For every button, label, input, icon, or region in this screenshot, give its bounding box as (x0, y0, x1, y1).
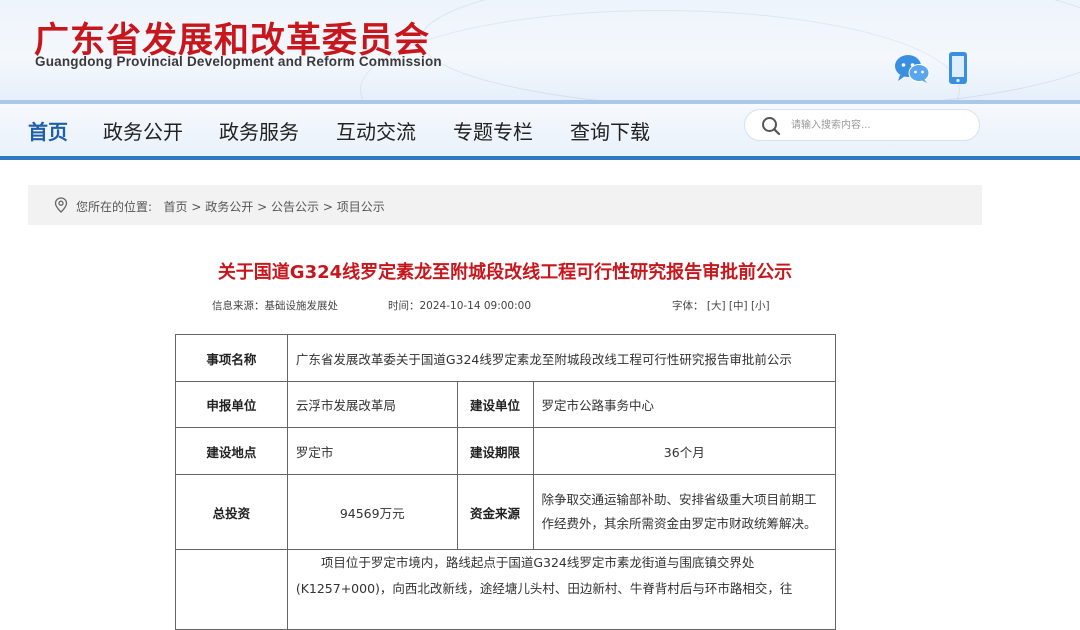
project-info-table: 事项名称 广东省发展改革委关于国道G324线罗定素龙至附城段改线工程可行性研究报… (175, 334, 837, 630)
nav-item-government-services[interactable]: 政务服务 (219, 116, 299, 145)
table-value: 除争取交通运输部补助、安排省级重大项目前期工作经费外，其余所需资金由罗定市财政统… (532, 474, 836, 550)
article-time: 时间：2024-10-14 09:00:00 (388, 300, 532, 312)
table-label: 总投资 (175, 474, 288, 550)
nav-item-interaction[interactable]: 互动交流 (336, 116, 416, 145)
location-pin-icon (54, 197, 68, 213)
font-size-small-button[interactable]: [小] (751, 300, 770, 312)
breadcrumb-prefix: 您所在的位置: (76, 200, 153, 214)
table-label: 建设单位 (456, 381, 534, 428)
table-value: 36个月 (532, 427, 836, 475)
table-row: 事项名称 广东省发展改革委关于国道G324线罗定素龙至附城段改线工程可行性研究报… (175, 334, 837, 382)
breadcrumb: 您所在的位置: 首页 > 政务公开 > 公告公示 > 项目公示 (28, 185, 982, 225)
nav-item-home[interactable]: 首页 (28, 116, 68, 145)
table-row: 总投资 94569万元 资金来源 除争取交通运输部补助、安排省级重大项目前期工作… (175, 474, 836, 550)
breadcrumb-separator: > (257, 200, 268, 214)
breadcrumb-trail: 您所在的位置: 首页 > 政务公开 > 公告公示 > 项目公示 (76, 198, 385, 215)
table-value: 云浮市发展改革局 (286, 381, 458, 428)
nav-item-query-download[interactable]: 查询下载 (570, 116, 650, 145)
table-label: 建设地点 (175, 427, 288, 475)
font-size-medium-button[interactable]: [中] (729, 300, 748, 312)
main-nav: 首页 政务公开 政务服务 互动交流 专题专栏 查询下载 (0, 100, 1080, 160)
search-icon[interactable] (761, 116, 781, 136)
table-label: 申报单位 (175, 381, 288, 428)
table-value: 广东省发展改革委关于国道G324线罗定素龙至附城段改线工程可行性研究报告审批前公… (286, 334, 837, 382)
article-title: 关于国道G324线罗定素龙至附城段改线工程可行性研究报告审批前公示 (217, 262, 793, 283)
breadcrumb-link-announcements[interactable]: 公告公示 (271, 200, 319, 214)
breadcrumb-link-project-notices[interactable]: 项目公示 (337, 200, 385, 214)
mobile-icon[interactable] (948, 51, 968, 85)
font-size-large-button[interactable]: [大] (707, 300, 726, 312)
site-logo-subtitle: Guangdong Provincial Development and Ref… (35, 54, 442, 69)
search-input[interactable] (791, 115, 971, 135)
table-row: 申报单位 云浮市发展改革局 建设单位 罗定市公路事务中心 (175, 381, 836, 428)
breadcrumb-separator: > (191, 200, 202, 214)
table-value: 罗定市 (286, 427, 458, 475)
font-size-control: 字体： [大] [中] [小] (672, 298, 770, 313)
table-label: 建设期限 (456, 427, 534, 475)
table-label: 事项名称 (175, 334, 288, 382)
wechat-icon[interactable] (894, 54, 930, 84)
table-value: 罗定市公路事务中心 (532, 381, 836, 428)
search-box[interactable] (744, 109, 980, 141)
breadcrumb-separator: > (322, 200, 333, 214)
table-label: 资金来源 (456, 474, 534, 550)
nav-item-government-affairs[interactable]: 政务公开 (103, 116, 183, 145)
article-source: 信息来源：基础设施发展处 (212, 300, 338, 312)
breadcrumb-link-home[interactable]: 首页 (164, 200, 188, 214)
table-value: 94569万元 (286, 474, 458, 550)
site-header: 广东省发展和改革委员会 Guangdong Provincial Develop… (0, 0, 1080, 100)
breadcrumb-link-government-affairs[interactable]: 政务公开 (205, 200, 253, 214)
table-row: 建设地点 罗定市 建设期限 36个月 (175, 427, 836, 475)
nav-item-special-topics[interactable]: 专题专栏 (453, 116, 533, 145)
font-size-label: 字体： (672, 300, 704, 312)
